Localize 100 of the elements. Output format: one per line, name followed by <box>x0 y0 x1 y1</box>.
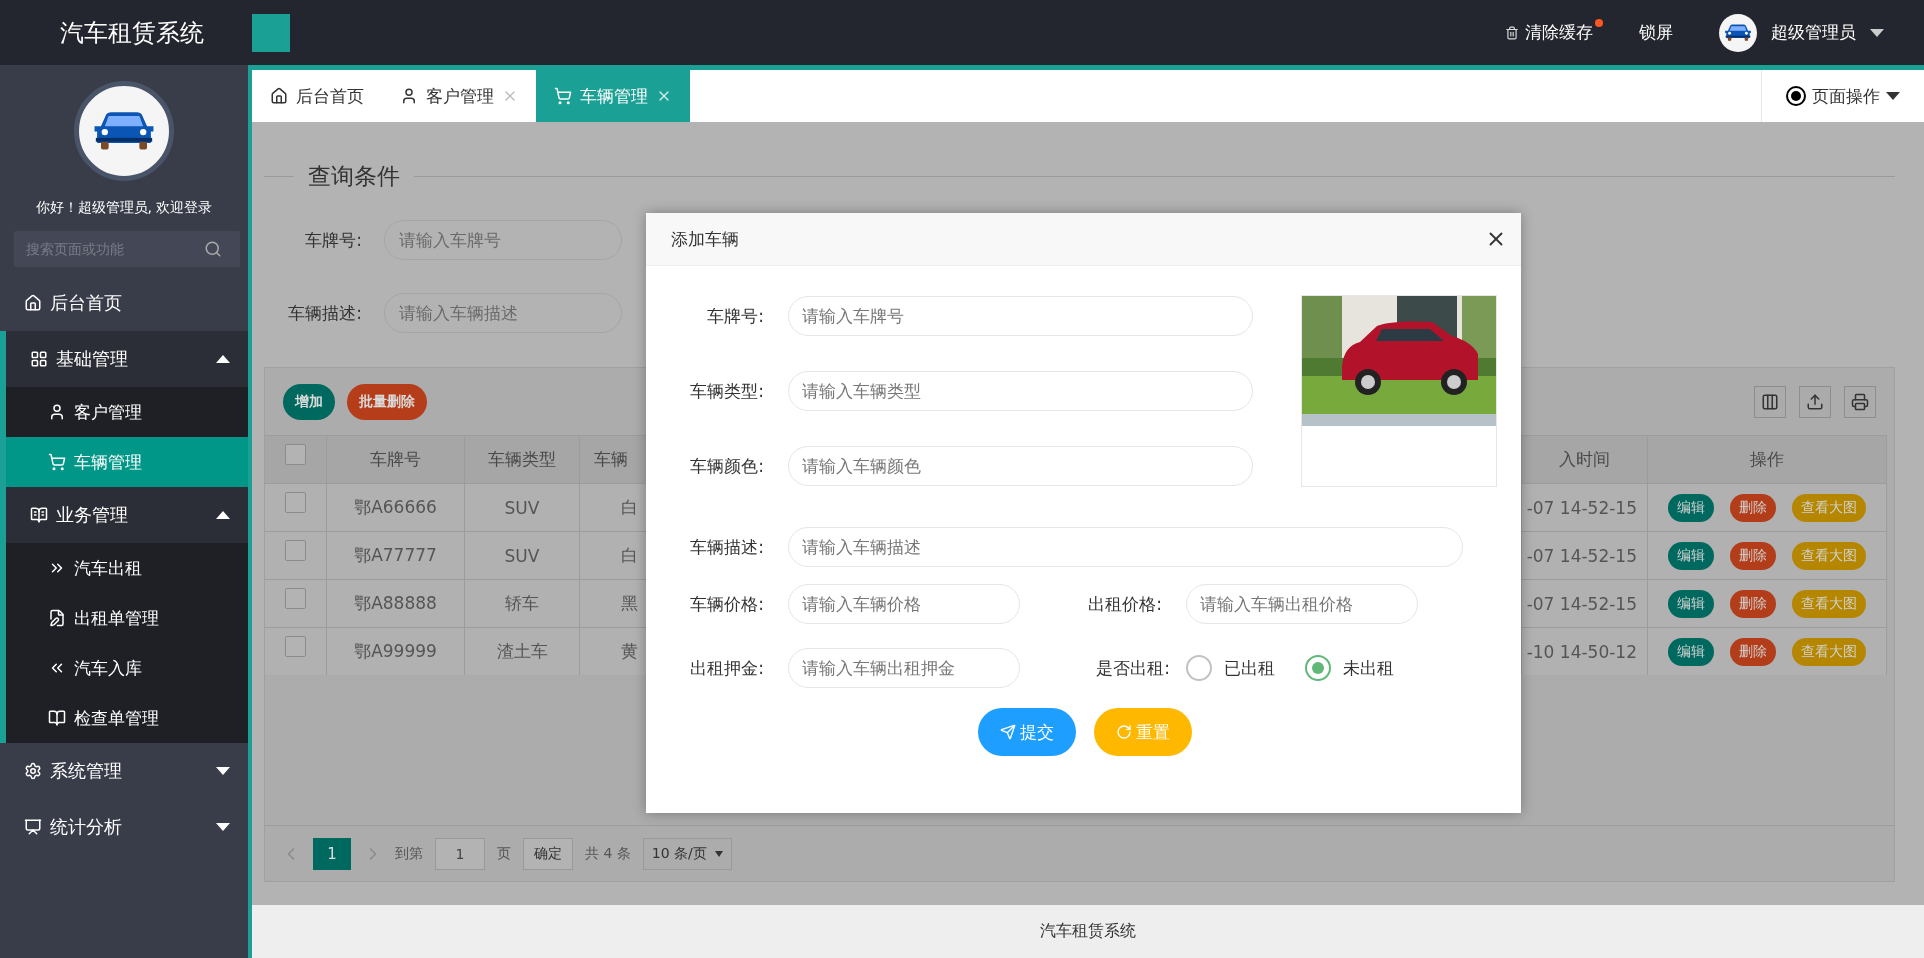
car-icon <box>1724 23 1752 42</box>
field-label: 车辆描述: <box>689 535 765 559</box>
edit-button[interactable]: 编辑 <box>1668 493 1714 522</box>
home-icon <box>24 294 42 312</box>
cart-icon <box>48 453 66 471</box>
table-cell: 鄂A99999 <box>327 627 465 675</box>
confirm-button[interactable]: 确定 <box>523 837 573 870</box>
table-cell: 渣土车 <box>465 627 580 675</box>
table-cell: 白 <box>580 483 647 531</box>
menu-item[interactable]: 业务管理 <box>0 487 248 543</box>
table-cell: 鄂A77777 <box>327 531 465 579</box>
page-input[interactable]: 1 <box>435 837 485 870</box>
send-icon <box>999 724 1016 740</box>
table-cell: -10 14-50-12 <box>1522 627 1648 675</box>
table-cell: -07 14-52-15 <box>1522 483 1648 531</box>
field-label: 车牌号: <box>706 304 765 328</box>
submenu-item[interactable]: 车辆管理 <box>6 437 248 487</box>
table-cell: -07 14-52-15 <box>1522 579 1648 627</box>
delete-button[interactable]: 删除 <box>1730 589 1776 618</box>
checkbox[interactable] <box>285 444 306 465</box>
field-label: 是否出租: <box>1095 656 1171 680</box>
column-header: 车辆类型 <box>465 435 580 483</box>
radio-button[interactable] <box>1186 655 1212 681</box>
dialog-title: 添加车辆 <box>671 227 739 251</box>
field-label: 车辆颜色: <box>689 454 765 478</box>
field-label: 车辆价格: <box>689 592 765 616</box>
column-header: 车辆 <box>580 435 647 483</box>
home-icon <box>270 87 288 105</box>
print-button[interactable] <box>1844 385 1876 418</box>
input-field[interactable]: 请输入车辆描述 <box>384 293 622 333</box>
table-cell: SUV <box>465 483 580 531</box>
refresh-icon <box>1115 724 1132 740</box>
menu-item[interactable]: 后台首页 <box>0 275 248 331</box>
goto-label: 到第 <box>395 844 423 863</box>
footer-text: 汽车租赁系统 <box>252 905 1924 958</box>
checkbox[interactable] <box>285 540 306 561</box>
caret-icon <box>216 823 230 831</box>
column-header: 入时间 <box>1522 435 1648 483</box>
print-icon <box>1851 392 1869 411</box>
checkbox[interactable] <box>285 492 306 513</box>
input-field[interactable]: 请输入车牌号 <box>384 220 622 260</box>
edit-button[interactable]: 编辑 <box>1668 541 1714 570</box>
settings-icon <box>24 762 42 780</box>
menu-toggle[interactable] <box>252 13 290 52</box>
section-title: 查询条件 <box>308 161 400 191</box>
caret-icon <box>1886 92 1900 100</box>
caret-icon <box>216 767 230 775</box>
cart-icon <box>554 87 572 105</box>
user-icon <box>400 87 418 105</box>
open-book-icon <box>48 709 66 727</box>
column-header: 车牌号 <box>327 435 465 483</box>
table-cell: SUV <box>465 531 580 579</box>
grid-icon <box>30 350 48 368</box>
edit-button[interactable]: 编辑 <box>1668 637 1714 666</box>
delete-button[interactable]: 删除 <box>1730 541 1776 570</box>
radio-button[interactable] <box>1305 655 1331 681</box>
columns-button[interactable] <box>1754 385 1786 418</box>
submenu-item[interactable]: 汽车出租 <box>6 543 248 593</box>
checkbox[interactable] <box>285 636 306 657</box>
tab[interactable]: 车辆管理 <box>536 70 690 122</box>
field-label: 车牌号: <box>304 228 363 252</box>
trash-icon <box>1505 25 1519 40</box>
field-label: 车辆描述: <box>287 301 363 325</box>
submenu-item[interactable]: 客户管理 <box>6 387 248 437</box>
lock-button[interactable]: 锁屏 <box>1639 21 1683 44</box>
caret-icon <box>216 355 230 363</box>
menu-item[interactable]: 统计分析 <box>0 799 248 855</box>
column-header: 操作 <box>1648 435 1887 483</box>
page-number[interactable]: 1 <box>313 837 351 870</box>
table-cell: -07 14-52-15 <box>1522 531 1648 579</box>
clear-cache-button[interactable]: 清除缓存 <box>1505 21 1603 44</box>
user-icon <box>48 403 66 421</box>
delete-button[interactable]: 删除 <box>1730 493 1776 522</box>
columns-icon <box>1761 392 1779 411</box>
edit-button[interactable]: 编辑 <box>1668 589 1714 618</box>
submenu-item[interactable]: 检查单管理 <box>6 693 248 743</box>
field-label: 车辆类型: <box>689 379 765 403</box>
submenu-item[interactable]: 出租单管理 <box>6 593 248 643</box>
export-button[interactable] <box>1799 385 1831 418</box>
presentation-icon <box>24 818 42 836</box>
radio-option[interactable]: 已出租 <box>1186 655 1275 681</box>
add-button[interactable]: 增加 <box>283 383 335 420</box>
table-cell: 黑 <box>580 579 647 627</box>
menu-item[interactable]: 系统管理 <box>0 743 248 799</box>
submenu-item[interactable]: 汽车入库 <box>6 643 248 693</box>
page-size-select[interactable]: 10 条/页 <box>642 837 732 870</box>
caret-icon <box>714 850 723 857</box>
delete-button[interactable]: 删除 <box>1730 637 1776 666</box>
field-label: 出租价格: <box>1087 592 1163 616</box>
user-name[interactable]: 超级管理员 <box>1771 21 1856 44</box>
file-pen-icon <box>48 609 66 627</box>
field-label: 出租押金: <box>689 656 765 680</box>
menu-item[interactable]: 基础管理 <box>0 331 248 387</box>
avatar[interactable] <box>1719 13 1757 52</box>
batch-delete-button[interactable]: 批量删除 <box>347 383 427 420</box>
search-icon <box>204 240 222 258</box>
caret-icon <box>216 511 230 519</box>
checkbox[interactable] <box>285 588 306 609</box>
radio-option[interactable]: 未出租 <box>1305 655 1394 681</box>
table-cell: 鄂A88888 <box>327 579 465 627</box>
